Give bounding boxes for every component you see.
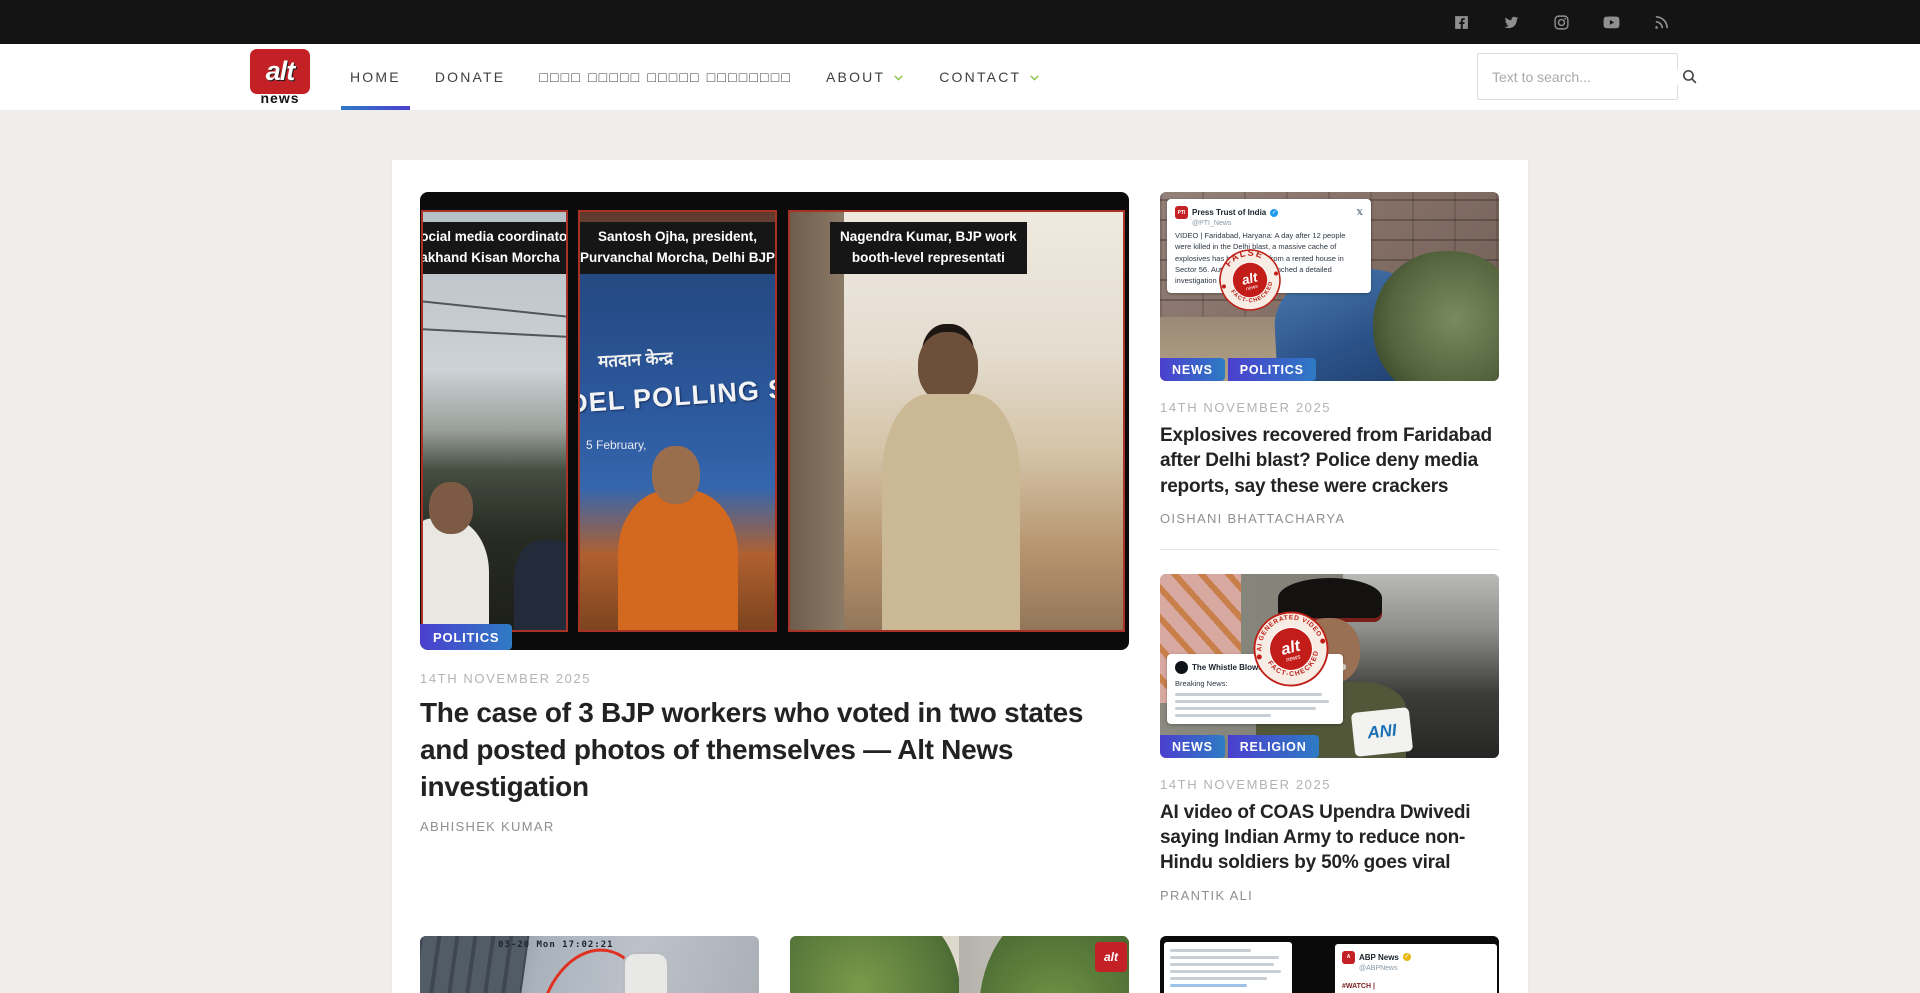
search-icon: [1681, 68, 1698, 85]
navbar: alt news HOME DONATE □□□□ □□□□□ □□□□□ □□…: [0, 44, 1920, 110]
tweet-author-handle: @PTI_News: [1192, 220, 1363, 227]
polling-sign-hindi: मतदान केन्द्र: [598, 339, 777, 372]
photo-panel-center: मतदान केन्द्र ODEL POLLING STATION 5 Feb…: [578, 210, 777, 632]
search-box: [1477, 53, 1678, 100]
category-badge-religion[interactable]: RELIGION: [1228, 735, 1319, 758]
bottom-article-image-abp[interactable]: A ABP News ✓ @ABPNews #WATCH | #Dharmend…: [1160, 936, 1499, 993]
content-card: umar, social media coordinator, Uttarakh…: [392, 160, 1528, 993]
instagram-icon[interactable]: [1553, 14, 1570, 31]
featured-article: umar, social media coordinator, Uttarakh…: [420, 192, 1129, 903]
photo-caption: Nagendra Kumar, BJP work booth-level rep…: [830, 222, 1027, 274]
verified-badge-icon: ✓: [1403, 953, 1411, 961]
nav-item-hindi[interactable]: □□□□ □□□□□ □□□□□ □□□□□□□□: [539, 44, 792, 110]
bottom-article-row: 03-20 Mon 17:02:21 INDIAN STATISTICAL IN…: [420, 936, 1500, 993]
article-date: 14TH NOVEMBER 2025: [1160, 777, 1499, 792]
category-badge-news[interactable]: NEWS: [1160, 735, 1225, 758]
tweet-author-name: Press Trust of India: [1192, 208, 1266, 217]
polling-sign-text: ODEL POLLING STATION: [578, 370, 777, 422]
youtube-icon[interactable]: [1603, 14, 1620, 31]
tweet-author-name: ABP News: [1359, 953, 1399, 962]
tweet-screenshot: [1164, 942, 1292, 993]
category-badge-news[interactable]: NEWS: [1160, 358, 1225, 381]
tweet-avatar: [1175, 661, 1188, 674]
tweet-screenshot-abp: A ABP News ✓ @ABPNews #WATCH | #Dharmend…: [1335, 944, 1497, 993]
abp-avatar: A: [1342, 951, 1355, 964]
article-date: 14TH NOVEMBER 2025: [420, 671, 1129, 686]
article-title[interactable]: The case of 3 BJP workers who voted in t…: [420, 695, 1129, 806]
bottom-article-image-cctv[interactable]: 03-20 Mon 17:02:21: [420, 936, 759, 993]
verified-badge-icon: ✓: [1270, 209, 1278, 217]
facebook-icon[interactable]: [1453, 14, 1470, 31]
side-article-image[interactable]: ANI The Whistle Blower ✓ Breaking News:: [1160, 574, 1499, 758]
article-title[interactable]: AI video of COAS Upendra Dwivedi saying …: [1160, 800, 1499, 876]
featured-article-image[interactable]: umar, social media coordinator, Uttarakh…: [420, 192, 1129, 650]
article-author: PRANTIK ALI: [1160, 888, 1499, 903]
nav-item-about[interactable]: ABOUT: [826, 44, 905, 110]
search-input[interactable]: [1478, 69, 1681, 85]
altnews-logo[interactable]: alt news: [250, 49, 310, 106]
article-author: OISHANI BHATTACHARYA: [1160, 511, 1499, 526]
nav-item-donate[interactable]: DONATE: [435, 44, 506, 110]
nav-item-contact-label: CONTACT: [939, 69, 1021, 85]
x-logo-icon: 𝕏: [1357, 208, 1363, 217]
nav-item-about-label: ABOUT: [826, 69, 885, 85]
ani-mic-cube: ANI: [1351, 707, 1413, 757]
article-title[interactable]: Explosives recovered from Faridabad afte…: [1160, 423, 1499, 499]
photo-caption: Santosh Ojha, president, Purvanchal Morc…: [578, 222, 777, 274]
article-date: 14TH NOVEMBER 2025: [1160, 400, 1499, 415]
nav-menu: HOME DONATE □□□□ □□□□□ □□□□□ □□□□□□□□ AB…: [350, 44, 1041, 110]
category-badge-politics[interactable]: POLITICS: [1228, 358, 1316, 381]
search-button[interactable]: [1681, 54, 1698, 99]
rss-icon[interactable]: [1653, 14, 1670, 31]
topbar: [0, 0, 1920, 44]
photo-panel-right: Nagendra Kumar, BJP work booth-level rep…: [788, 210, 1125, 632]
altnews-watermark-logo: alt: [1095, 942, 1127, 972]
side-article-image[interactable]: PTI Press Trust of India ✓ 𝕏 @PTI_News V…: [1160, 192, 1499, 381]
photo-panel-left: umar, social media coordinator, Uttarakh…: [421, 210, 568, 632]
logo-text-alt: alt: [266, 56, 295, 87]
page-background: umar, social media coordinator, Uttarakh…: [0, 160, 1920, 993]
tweet-author-handle: @ABPNews: [1359, 965, 1490, 972]
polling-sign-date: 5 February,: [586, 438, 646, 452]
side-column: PTI Press Trust of India ✓ 𝕏 @PTI_News V…: [1160, 192, 1499, 903]
bottom-article-image-isi[interactable]: INDIAN STATISTICAL INSTITUTE Platinum Ju…: [790, 936, 1129, 993]
article-author: ABHISHEK KUMAR: [420, 819, 1129, 834]
photo-caption: umar, social media coordinator, Uttarakh…: [421, 222, 568, 274]
chevron-down-icon: [1028, 71, 1041, 84]
side-article-2: ANI The Whistle Blower ✓ Breaking News:: [1160, 574, 1499, 903]
altnews-logo-mark: alt: [250, 49, 310, 94]
chevron-down-icon: [892, 71, 905, 84]
twitter-icon[interactable]: [1503, 14, 1520, 31]
logo-text-news: news: [250, 90, 310, 106]
pti-avatar: PTI: [1175, 206, 1188, 219]
nav-item-home[interactable]: HOME: [350, 44, 401, 110]
tweet-watch-text: #WATCH |: [1342, 983, 1375, 990]
side-article-1: PTI Press Trust of India ✓ 𝕏 @PTI_News V…: [1160, 192, 1499, 526]
nav-item-contact[interactable]: CONTACT: [939, 44, 1041, 110]
divider: [1160, 549, 1499, 550]
category-badge-politics[interactable]: POLITICS: [420, 624, 512, 650]
